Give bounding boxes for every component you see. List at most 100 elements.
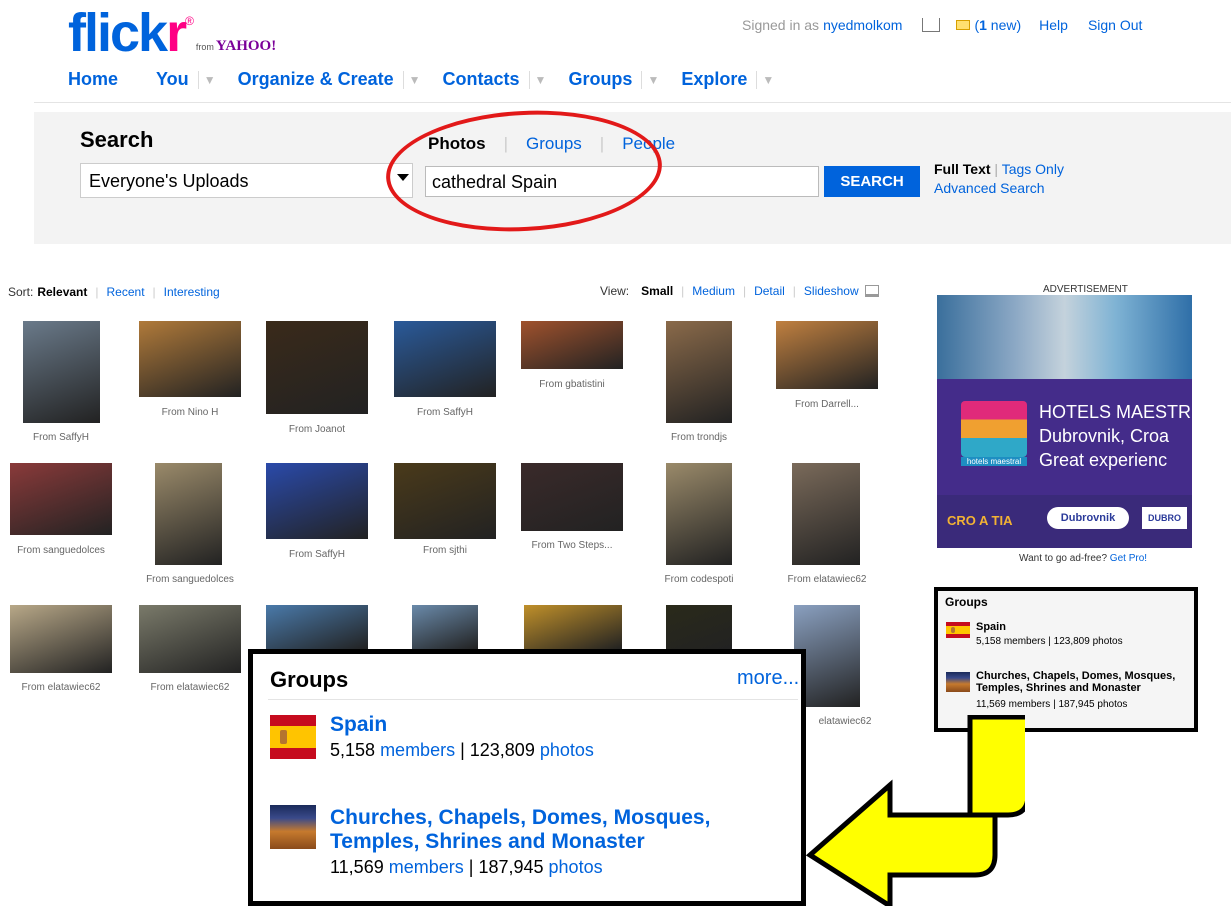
photo-thumbnail[interactable] — [23, 321, 100, 423]
photo-caption[interactable]: From sanguedolces — [139, 574, 241, 585]
photos-link[interactable]: photos — [549, 857, 603, 877]
photo-caption[interactable]: From trondjs — [648, 432, 750, 443]
view-medium[interactable]: Medium — [692, 284, 735, 298]
slideshow-icon[interactable] — [864, 285, 879, 297]
chevron-down-icon[interactable]: ▼ — [197, 70, 216, 89]
photo-thumbnail[interactable] — [524, 605, 622, 649]
photo-caption[interactable]: From elatawiec62 — [776, 574, 878, 585]
logo-yahoo: YAHOO! — [215, 38, 277, 54]
logo-registered: ® — [185, 14, 194, 28]
photo-thumbnail[interactable] — [521, 321, 623, 369]
photo-thumbnail[interactable] — [792, 463, 860, 565]
username-link[interactable]: nyedmolkom — [823, 17, 902, 33]
photo-caption[interactable]: From Darrell... — [776, 399, 878, 410]
nav-home[interactable]: Home — [68, 69, 118, 90]
sort-interesting[interactable]: Interesting — [164, 285, 220, 299]
mail-icon[interactable] — [956, 20, 971, 30]
photo-caption[interactable]: From elatawiec62 — [10, 682, 112, 693]
photo-thumbnail[interactable] — [776, 321, 878, 389]
spain-flag-icon[interactable] — [270, 715, 316, 759]
photo-thumbnail[interactable] — [139, 321, 241, 397]
photo-thumbnail[interactable] — [266, 605, 368, 649]
chevron-down-icon[interactable]: ▼ — [641, 70, 659, 89]
advanced-search-link[interactable]: Advanced Search — [934, 180, 1045, 196]
chevron-down-icon[interactable]: ▼ — [402, 70, 421, 89]
photo-thumbnail[interactable] — [394, 463, 496, 539]
chevron-down-icon[interactable]: ▼ — [528, 70, 546, 89]
photo-caption[interactable]: From Joanot — [266, 424, 368, 435]
signed-in-label: Signed in as — [742, 17, 820, 33]
advertisement-banner[interactable]: hotels maestral HOTELS MAESTR Dubrovnik,… — [937, 295, 1192, 548]
photo-thumbnail[interactable] — [666, 463, 732, 565]
photo-caption[interactable]: From sanguedolces — [10, 545, 112, 556]
flickr-logo[interactable]: flickr ® from YAHOO! — [68, 6, 277, 60]
get-pro-link[interactable]: Get Pro! — [1110, 553, 1147, 564]
photo-thumbnail[interactable] — [666, 605, 732, 649]
group-name-spain[interactable]: Spain — [330, 713, 387, 737]
photo-thumbnail[interactable] — [666, 321, 732, 423]
nav-groups[interactable]: Groups ▼ — [568, 69, 681, 90]
photo-caption[interactable]: From codespoti — [648, 574, 750, 585]
help-link[interactable]: Help — [1039, 17, 1068, 33]
nav-you[interactable]: You ▼ — [156, 69, 238, 90]
photo-thumbnail[interactable] — [266, 321, 368, 414]
photo-thumbnail[interactable] — [10, 463, 112, 535]
photo-thumbnail[interactable] — [155, 463, 222, 565]
view-slideshow[interactable]: Slideshow — [804, 284, 859, 298]
logo-from: from — [195, 42, 214, 52]
photo-thumbnail[interactable] — [266, 463, 368, 539]
new-mail-link[interactable]: (1 new) — [974, 17, 1021, 33]
cart-icon[interactable] — [922, 18, 941, 32]
croatia-logo: CRO A TIA — [947, 513, 1013, 528]
members-link[interactable]: members — [389, 857, 464, 877]
photo-thumbnail[interactable] — [10, 605, 112, 673]
more-groups-link[interactable]: more... — [737, 667, 799, 690]
groups-sidebar-title: Groups — [945, 595, 988, 609]
ad-photos — [937, 295, 1192, 379]
members-link[interactable]: members — [380, 740, 455, 760]
tags-only-link[interactable]: Tags Only — [1002, 161, 1064, 177]
group-name-churches[interactable]: Churches, Chapels, Domes, Mosques, Templ… — [976, 670, 1194, 694]
photo-caption[interactable]: From Nino H — [139, 407, 241, 418]
photo-caption[interactable]: From SaffyH — [10, 432, 112, 443]
account-bar: Signed in as nyedmolkom (1 new) Help Sig… — [742, 17, 1142, 33]
full-text-option[interactable]: Full Text — [934, 161, 991, 177]
sort-bar: Sort: Relevant | Recent | Interesting — [8, 285, 220, 299]
photos-link[interactable]: photos — [540, 740, 594, 760]
nav-organize[interactable]: Organize & Create ▼ — [238, 69, 443, 90]
view-detail[interactable]: Detail — [754, 284, 785, 298]
nav-explore[interactable]: Explore ▼ — [681, 69, 796, 90]
search-options: Full Text | Tags Only Advanced Search — [934, 161, 1064, 196]
sign-out-link[interactable]: Sign Out — [1088, 17, 1142, 33]
church-group-icon[interactable] — [946, 672, 970, 692]
groups-divider — [268, 699, 798, 700]
photo-caption[interactable]: From Two Steps... — [521, 540, 623, 551]
nav-contacts[interactable]: Contacts ▼ — [443, 69, 569, 90]
photo-caption[interactable]: From SaffyH — [394, 407, 496, 418]
view-small[interactable]: Small — [641, 284, 673, 298]
sort-recent[interactable]: Recent — [107, 285, 145, 299]
photo-caption[interactable]: From gbatistini — [521, 379, 623, 390]
photo-thumbnail[interactable] — [521, 463, 623, 531]
yellow-arrow-icon — [805, 715, 1025, 906]
church-group-icon[interactable] — [270, 805, 316, 849]
search-scope-select[interactable]: Everyone's Uploads — [80, 163, 413, 198]
photo-caption[interactable]: From SaffyH — [266, 549, 368, 560]
group-name-churches[interactable]: Churches, Chapels, Domes, Mosques, Templ… — [330, 806, 770, 854]
group-meta: 11,569 members | 187,945 photos — [976, 699, 1128, 710]
search-button[interactable]: SEARCH — [824, 166, 920, 197]
photo-caption[interactable]: From elatawiec62 — [139, 682, 241, 693]
spain-flag-icon[interactable] — [946, 622, 970, 638]
photo-thumbnail[interactable] — [394, 321, 496, 397]
chevron-down-icon[interactable]: ▼ — [756, 70, 774, 89]
ad-headline: HOTELS MAESTR Dubrovnik, Croa Great expe… — [1039, 402, 1192, 470]
photo-thumbnail[interactable] — [139, 605, 241, 673]
hotel-logo-icon — [961, 401, 1027, 457]
group-meta: 5,158 members | 123,809 photos — [976, 636, 1123, 647]
photo-caption[interactable]: From sjthi — [394, 545, 496, 556]
photo-thumbnail[interactable] — [412, 605, 478, 649]
group-meta: 5,158 members | 123,809 photos — [330, 740, 594, 760]
hotel-logo-caption: hotels maestral — [961, 457, 1027, 466]
sort-relevant[interactable]: Relevant — [37, 285, 87, 299]
group-name-spain[interactable]: Spain — [976, 621, 1191, 633]
